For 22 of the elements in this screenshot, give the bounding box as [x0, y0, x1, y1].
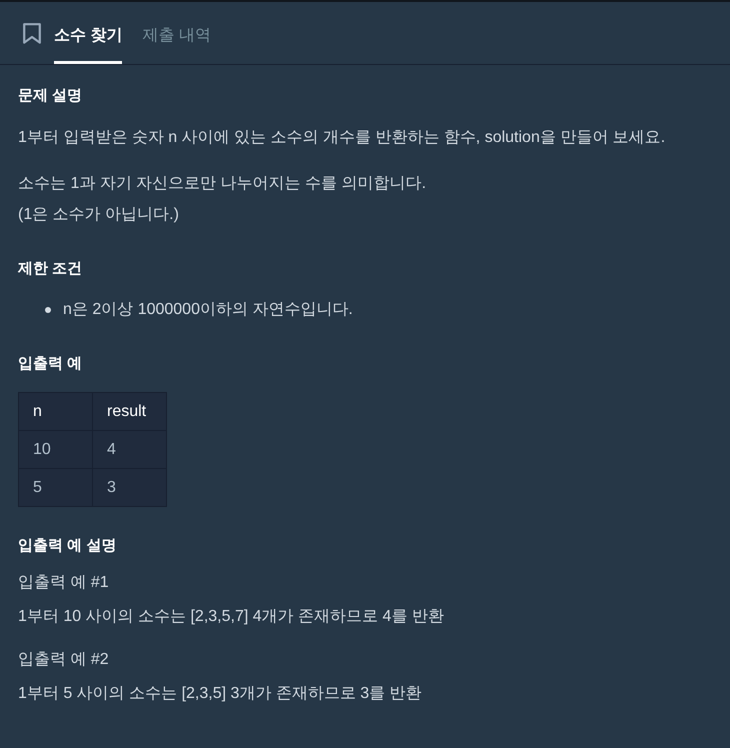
table-cell: 3: [92, 468, 166, 506]
description-text: 1부터 5 사이의 소수는 [2,3,5] 3개가 존재하므로 3를 반환: [18, 684, 423, 704]
description-text: 입출력 예 #1: [18, 573, 110, 593]
section-heading: 문제 설명: [18, 86, 84, 106]
section-heading: 입출력 예 설명: [18, 536, 118, 556]
description-text: 소수는 1과 자기 자신으로만 나누어지는 수를 의미합니다.: [18, 174, 428, 194]
bookmark-icon: [23, 22, 41, 44]
description-text: 입출력 예 #2: [18, 650, 110, 670]
section-heading: 입출력 예: [18, 354, 84, 374]
description-text: (1은 소수가 아닙니다.): [18, 205, 180, 225]
table-cell: 5: [18, 468, 92, 506]
table-cell: 4: [92, 430, 166, 468]
table-header-cell: result: [92, 392, 166, 430]
description-text: 1부터 입력받은 숫자 n 사이에 있는 소수의 개수를 반환하는 함수, solution을 만들어 보세요.: [18, 128, 666, 148]
table-header-cell: n: [18, 392, 92, 430]
table-cell: 10: [18, 430, 92, 468]
bullet-icon: [45, 306, 51, 312]
section-heading: 제한 조건: [18, 259, 84, 279]
constraint-text: n은 2이상 1000000이하의 자연수입니다.: [63, 300, 353, 320]
description-text: 1부터 10 사이의 소수는 [2,3,5,7] 4개가 존재하므로 4를 반환: [18, 607, 445, 627]
tab[interactable]: 제출 내역: [142, 2, 211, 64]
tab[interactable]: 소수 찾기: [54, 2, 122, 64]
